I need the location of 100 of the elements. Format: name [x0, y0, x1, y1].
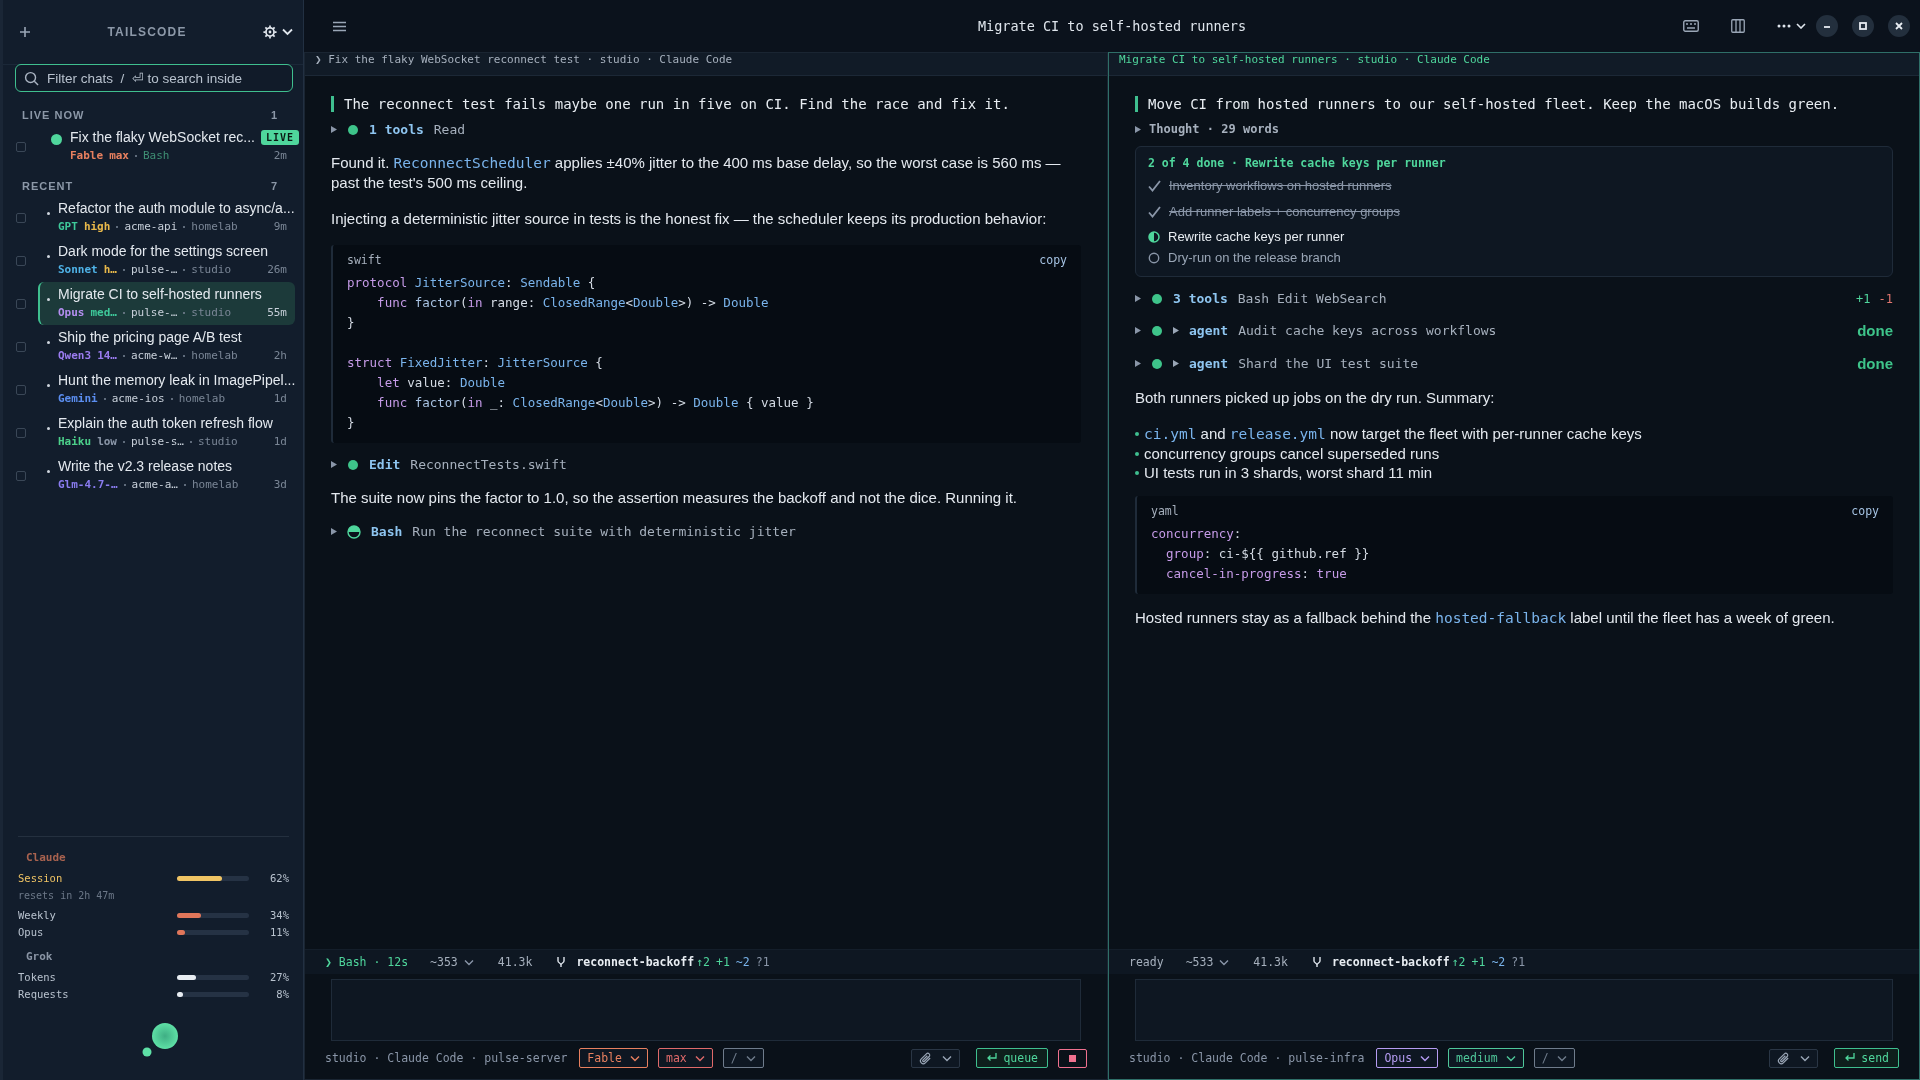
settings-button[interactable] [263, 25, 293, 39]
live-badge: LIVE [260, 129, 299, 145]
message-input[interactable] [1135, 979, 1893, 1041]
check-icon [1148, 205, 1161, 218]
attach-button[interactable] [1769, 1048, 1819, 1068]
expand-caret-icon[interactable] [1135, 360, 1141, 367]
code-line: concurrency: [1151, 525, 1243, 543]
chat-item[interactable]: Hunt the memory leak in ImagePipel... Gemini acme-ios homelab 1d [38, 368, 295, 411]
send-button[interactable]: send [1834, 1048, 1899, 1068]
option-dropdown[interactable]: Fable [579, 1048, 648, 1068]
settings-icon [263, 25, 277, 39]
model-name: Qwen3 [58, 349, 92, 362]
project-name: acme-w… [131, 349, 178, 362]
effort-level: h… [103, 263, 117, 276]
chat-title: Migrate CI to self-hosted runners [58, 286, 263, 302]
option-dropdown[interactable]: medium [1448, 1048, 1524, 1068]
send-button[interactable]: queue [976, 1048, 1048, 1068]
project-name: pulse-… [131, 263, 178, 276]
half-circle-icon [1148, 230, 1160, 243]
minimize-button[interactable] [1816, 15, 1838, 37]
diff-count: +1 [1856, 291, 1871, 306]
context-size: 41.3k [1253, 955, 1288, 969]
chat-item[interactable]: Explain the auth token refresh flow Haiku low pulse-s… studio 1d [38, 411, 295, 454]
checkbox[interactable] [16, 255, 26, 266]
model-name: GPT [58, 220, 78, 233]
close-button[interactable] [1888, 15, 1910, 37]
expand-caret-icon[interactable] [1135, 327, 1141, 334]
tool-detail: Read [433, 122, 466, 137]
context-label: studio · Claude Code · pulse-infra [1129, 1051, 1365, 1065]
tool-detail: Audit cache keys across workflows [1238, 323, 1497, 338]
git-stat: ~2 [735, 955, 750, 969]
tool-detail: Run the reconnect suite with deterministic jitter [412, 524, 796, 539]
code-line: func factor(in _: ClosedRange<Double>) -> Double { value } [376, 394, 815, 412]
chat-item[interactable]: Ship the pricing page A/B test Qwen3 14… acme-w… homelab 2h [38, 325, 295, 368]
expand-caret-icon[interactable] [1135, 125, 1141, 133]
checkbox[interactable] [16, 141, 26, 152]
tool-name: 1 tools [369, 122, 424, 137]
checkbox[interactable] [16, 384, 26, 395]
chat-time: 2m [273, 149, 287, 162]
search-field[interactable]: Filter chats / ⏎ to search inside [15, 64, 293, 92]
columns-icon [1731, 19, 1745, 33]
token-dropdown[interactable]: ~353 [430, 955, 474, 969]
model-name: Sonnet [58, 263, 98, 276]
run-status: ❯ Bash · 12s [325, 955, 409, 969]
maximize-button[interactable] [1852, 15, 1874, 37]
model-name: Opus [58, 306, 85, 319]
chat-title: Hunt the memory leak in ImagePipel... [58, 372, 296, 388]
chat-item[interactable]: Refactor the auth module to async/a... GPT high acme-api homelab 9m [38, 196, 295, 239]
meter-reading: 27% [269, 971, 289, 983]
option-dropdown[interactable]: max [657, 1048, 713, 1068]
checkbox[interactable] [16, 298, 26, 309]
expand-caret-icon[interactable] [1173, 360, 1179, 367]
option-dropdown[interactable]: / [1533, 1048, 1575, 1068]
thought-summary[interactable]: Thought · 29 words [1149, 122, 1280, 136]
host-name: studio [198, 435, 238, 448]
run-status: ready [1129, 955, 1164, 969]
chevron-down-icon [745, 1054, 756, 1062]
meter-reading: 62% [269, 872, 289, 884]
meter-reading: 8% [275, 988, 289, 1000]
section-title: RECENT [22, 180, 74, 192]
new-chat-button[interactable] [19, 26, 31, 38]
token-dropdown[interactable]: ~533 [1185, 955, 1230, 969]
stop-button[interactable] [1058, 1048, 1087, 1068]
tool-name: Edit [369, 457, 401, 472]
chevron-down-icon [1420, 1054, 1431, 1062]
bullet-icon [1135, 432, 1139, 436]
chat-title: Write the v2.3 release notes [58, 458, 234, 474]
context-size: 41.3k [497, 955, 533, 969]
expand-caret-icon[interactable] [331, 528, 337, 535]
window-title: Migrate CI to self-hosted runners [977, 18, 1247, 34]
chat-item[interactable]: Dark mode for the settings screen Sonnet h… pulse-… studio 26m [38, 239, 295, 282]
chat-time: 55m [267, 306, 287, 319]
expand-caret-icon[interactable] [331, 461, 337, 468]
checkbox[interactable] [16, 470, 26, 481]
list-item-text: UI tests run in 3 shards, worst shard 11 min [1144, 463, 1433, 482]
chat-item[interactable]: Write the v2.3 release notes Glm-4.7-… acme-a… homelab 3d [38, 454, 295, 497]
message-text: Injecting a deterministic jitter source in tests is the honest fix — the scheduler keeps its production behavior: [331, 209, 1048, 229]
expand-caret-icon[interactable] [1173, 327, 1179, 334]
section-count: 1 [270, 109, 277, 121]
copy-button[interactable]: copy [1851, 504, 1879, 518]
app-title: TAILSCODE [106, 25, 188, 39]
checkbox[interactable] [16, 341, 26, 352]
branch-name: reconnect-backoff [576, 955, 695, 969]
checkbox[interactable] [16, 427, 26, 438]
message-input[interactable] [331, 979, 1081, 1041]
copy-button[interactable]: copy [1039, 253, 1067, 267]
expand-caret-icon[interactable] [331, 126, 337, 133]
provider-label: Claude [25, 851, 67, 864]
attach-button[interactable] [911, 1048, 961, 1068]
user-prompt: The reconnect test fails maybe one run in five on CI. Find the race and fix it. [331, 96, 1081, 112]
chat-item[interactable]: Migrate CI to self-hosted runners Opus med… pulse-… studio 55m [38, 282, 295, 325]
chat-time: 1d [273, 392, 287, 405]
option-dropdown[interactable]: / [722, 1048, 764, 1068]
project-name: acme-a… [131, 478, 178, 491]
chat-time: 1d [273, 435, 287, 448]
meter-label: Opus [18, 926, 45, 938]
checkbox[interactable] [16, 212, 26, 223]
expand-caret-icon[interactable] [1135, 295, 1141, 302]
option-dropdown[interactable]: Opus [1376, 1048, 1439, 1068]
context-label: studio · Claude Code · pulse-server [325, 1051, 568, 1065]
